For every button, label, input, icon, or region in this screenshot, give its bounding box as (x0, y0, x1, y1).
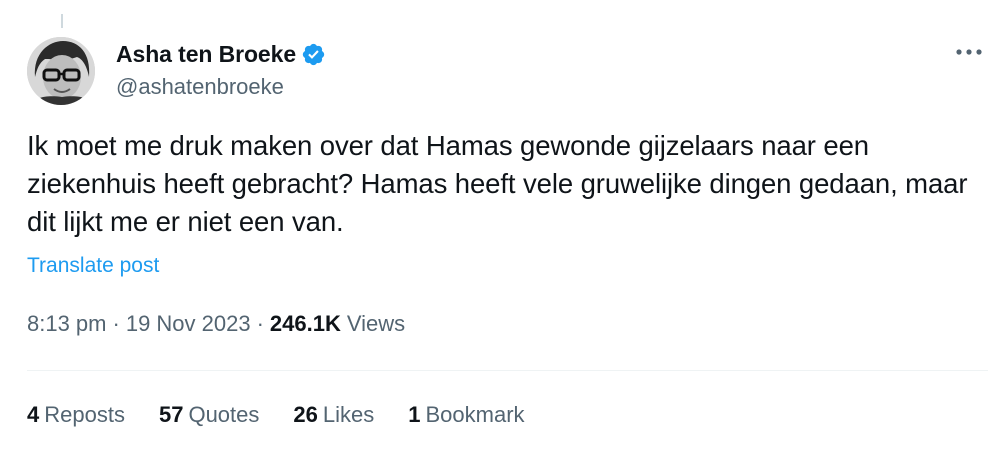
views-label: Views (346, 311, 406, 336)
author-handle[interactable]: @ashatenbroeke (116, 74, 326, 100)
reposts-label: Reposts (44, 402, 125, 427)
more-options-button[interactable] (954, 42, 984, 62)
views-count[interactable]: 246.1K (270, 311, 341, 337)
translate-post-link[interactable]: Translate post (27, 254, 159, 278)
avatar[interactable] (27, 37, 95, 105)
meta-separator: · (112, 311, 120, 336)
thread-connector-line (61, 14, 63, 28)
author-display-name[interactable]: Asha ten Broeke (116, 41, 296, 68)
quotes-label: Quotes (188, 402, 260, 427)
tweet-text: Ik moet me druk maken over dat Hamas gew… (27, 130, 968, 237)
engagement-stats: 4 Reposts 57 Quotes 26 Likes 1 Bookmark (27, 402, 559, 428)
author-header: Asha ten Broeke @ashatenbroeke (116, 38, 326, 100)
quotes-stat[interactable]: 57 Quotes (159, 402, 259, 428)
likes-count: 26 (293, 402, 318, 427)
tweet-time[interactable]: 8:13 pm (27, 311, 107, 337)
verified-badge-icon[interactable] (301, 42, 326, 67)
more-dots-icon (956, 49, 982, 55)
tweet-date[interactable]: 19 Nov 2023 (126, 311, 251, 337)
avatar-image (27, 37, 95, 105)
quotes-count: 57 (158, 402, 184, 427)
likes-stat[interactable]: 26 Likes (293, 402, 374, 428)
meta-separator: · (256, 311, 264, 336)
bookmarks-count: 1 (408, 402, 421, 427)
tweet-meta: 8:13 pm · 19 Nov 2023 · 246.1K Views (27, 311, 405, 337)
reposts-count: 4 (27, 402, 40, 427)
likes-label: Likes (322, 402, 375, 427)
bookmarks-stat[interactable]: 1 Bookmark (408, 402, 524, 428)
reposts-stat[interactable]: 4 Reposts (27, 402, 125, 428)
divider (27, 370, 988, 371)
name-row: Asha ten Broeke (116, 38, 326, 70)
bookmarks-label: Bookmark (425, 402, 525, 427)
